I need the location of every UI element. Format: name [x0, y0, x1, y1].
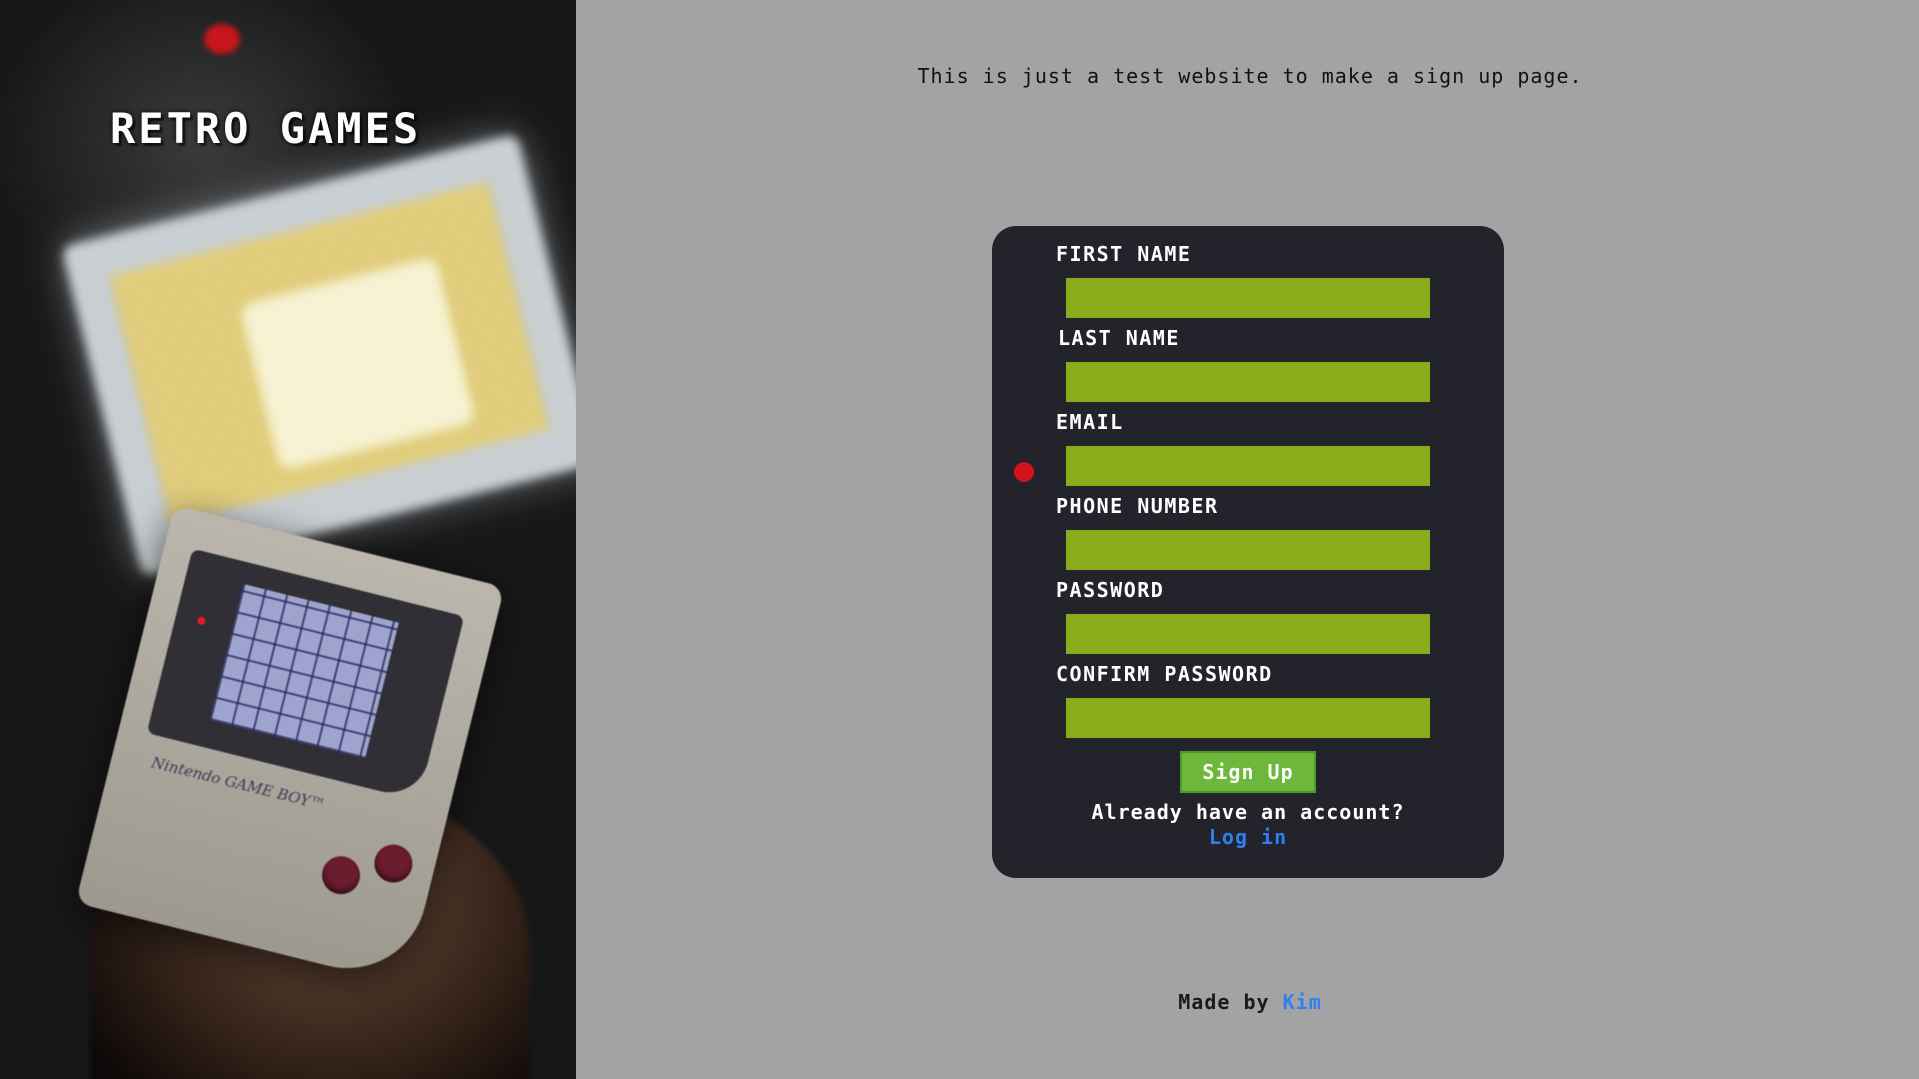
first-name-label: FIRST NAME: [1056, 242, 1192, 266]
last-name-label: LAST NAME: [1058, 326, 1180, 350]
made-by-text: Made by: [1178, 990, 1270, 1014]
signup-page: Nintendo GAME BOY™ RETRO GAMES This is j…: [0, 0, 1919, 1079]
author-link[interactable]: Kim: [1283, 990, 1322, 1014]
email-input[interactable]: [1066, 446, 1430, 486]
phone-number-input[interactable]: [1066, 530, 1430, 570]
password-input[interactable]: [1066, 614, 1430, 654]
first-name-input[interactable]: [1066, 278, 1430, 318]
log-in-link[interactable]: Log in: [1209, 825, 1287, 850]
password-label: PASSWORD: [1056, 578, 1165, 602]
last-name-input[interactable]: [1066, 362, 1430, 402]
login-prompt: Already have an account? Log in: [992, 800, 1504, 850]
gameboy-screen: [209, 583, 399, 759]
blurred-monitor: [60, 133, 576, 577]
signup-form: FIRST NAME LAST NAME EMAIL PHONE NUMBER …: [992, 226, 1504, 878]
email-label: EMAIL: [1056, 410, 1124, 434]
site-title: RETRO GAMES: [110, 104, 422, 153]
confirm-password-label: CONFIRM PASSWORD: [1056, 662, 1273, 686]
hero-panel: Nintendo GAME BOY™ RETRO GAMES: [0, 0, 576, 1079]
b-button-icon: [317, 852, 365, 899]
already-have-account-text: Already have an account?: [1091, 800, 1405, 824]
sign-up-button[interactable]: Sign Up: [1180, 751, 1316, 793]
phone-number-label: PHONE NUMBER: [1056, 494, 1219, 518]
focus-indicator-dot: [1014, 462, 1034, 482]
intro-text: This is just a test website to make a si…: [917, 64, 1583, 88]
background-red-light: [204, 24, 240, 54]
a-button-icon: [370, 840, 417, 887]
footer: Made by Kim: [900, 990, 1600, 1014]
battery-led-icon: [196, 616, 207, 626]
confirm-password-input[interactable]: [1066, 698, 1430, 738]
